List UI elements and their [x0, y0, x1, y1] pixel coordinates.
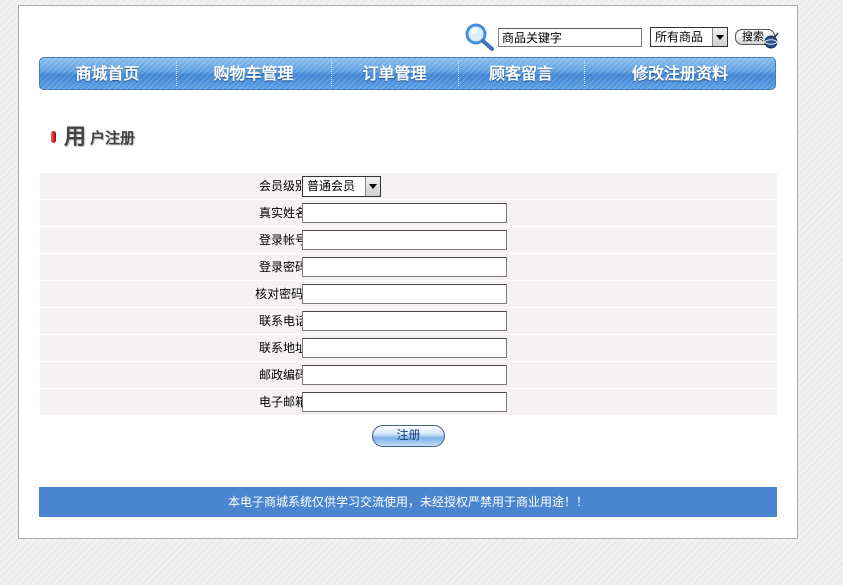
nav-item-messages[interactable]: 顾客留言 — [458, 57, 584, 90]
page-title-first-char: 用 — [64, 125, 87, 150]
postcode-field[interactable] — [302, 365, 507, 385]
main-nav: 商城首页 购物车管理 订单管理 顾客留言 修改注册资料 — [39, 57, 776, 90]
search-input[interactable] — [498, 28, 642, 47]
magnifier-icon — [465, 23, 494, 51]
nav-item-orders[interactable]: 订单管理 — [331, 57, 458, 90]
search-globe-icon — [764, 32, 779, 49]
address-field[interactable] — [302, 338, 507, 358]
footer: 本电子商城系统仅供学习交流使用，未经授权严禁用于商业用途！！ — [39, 487, 777, 517]
email-field[interactable] — [302, 392, 507, 412]
member-level-value: 普通会员 — [307, 179, 356, 193]
search-bar: 所有商品 搜索 — [464, 20, 794, 52]
registration-form: 会员级别： 普通会员 真实姓名： 登录帐号： 登录密码： 核对密码 ： 联系电话… — [40, 173, 777, 416]
member-level-select[interactable]: 普通会员 — [302, 176, 381, 197]
form-row-email: 电子邮箱： — [40, 389, 777, 416]
nav-item-cart[interactable]: 购物车管理 — [176, 57, 331, 90]
bullet-icon — [51, 131, 56, 143]
form-row-member-level: 会员级别： 普通会员 — [40, 173, 777, 200]
register-button[interactable]: 注册 — [372, 425, 445, 447]
category-select[interactable]: 所有商品 — [650, 27, 728, 47]
form-row-postcode: 邮政编码： — [40, 362, 777, 389]
form-row-address: 联系地址： — [40, 335, 777, 362]
chevron-down-icon[interactable] — [712, 28, 727, 46]
nav-item-edit-profile[interactable]: 修改注册资料 — [584, 57, 776, 90]
form-row-real-name: 真实姓名： — [40, 200, 777, 227]
footer-text: 本电子商城系统仅供学习交流使用，未经授权严禁用于商业用途！！ — [227, 495, 588, 509]
page-title-rest: 户注册 — [90, 129, 136, 147]
real-name-field[interactable] — [302, 203, 507, 223]
confirm-password-field[interactable] — [302, 284, 507, 304]
form-row-phone: 联系电话： — [40, 308, 777, 335]
login-password-field[interactable] — [302, 257, 507, 277]
login-account-field[interactable] — [302, 230, 507, 250]
form-row-login-password: 登录密码： — [40, 254, 777, 281]
chevron-down-icon[interactable] — [365, 177, 380, 196]
search-button-label: 搜索 — [742, 30, 764, 43]
category-select-value: 所有商品 — [655, 30, 704, 44]
phone-field[interactable] — [302, 311, 507, 331]
nav-item-home[interactable]: 商城首页 — [39, 57, 176, 90]
register-button-label: 注册 — [396, 428, 421, 442]
form-row-confirm-password: 核对密码 ： — [40, 281, 777, 308]
form-row-login-account: 登录帐号： — [40, 227, 777, 254]
page-container: 所有商品 搜索 商城首页 购物车管理 订单管理 顾客留言 修改注册资料 用 户注… — [18, 5, 798, 539]
